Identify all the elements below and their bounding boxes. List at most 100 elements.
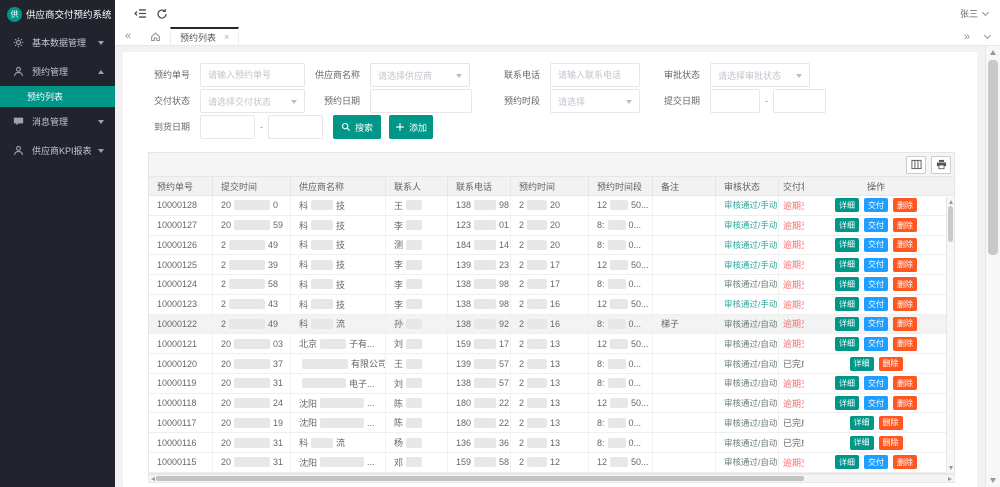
submit-date-end-input[interactable] bbox=[773, 89, 826, 113]
page-scroll-down-icon[interactable] bbox=[990, 478, 996, 483]
vertical-scroll-thumb[interactable] bbox=[948, 206, 953, 242]
sidebar-item-3[interactable]: 供应商KPI报表 bbox=[0, 136, 115, 165]
cell-supplier-name: 科技 bbox=[291, 236, 386, 255]
redacted-text bbox=[527, 240, 547, 250]
sidebar-item-0[interactable]: 基本数据管理 bbox=[0, 28, 115, 57]
text-fragment: 20 bbox=[550, 240, 560, 250]
user-menu[interactable]: 张三 bbox=[960, 0, 988, 27]
print-button[interactable] bbox=[931, 156, 951, 174]
sidebar-subitem[interactable]: 预约列表 bbox=[0, 86, 115, 107]
redacted-text bbox=[229, 240, 265, 250]
deliver-button[interactable]: 交付 bbox=[864, 198, 888, 212]
add-button[interactable]: 添加 bbox=[389, 115, 433, 139]
sidebar-item-label: 基本数据管理 bbox=[32, 36, 98, 49]
table-vertical-scrollbar[interactable] bbox=[946, 197, 954, 473]
deliver-button[interactable]: 交付 bbox=[864, 258, 888, 272]
detail-button[interactable]: 详细 bbox=[835, 198, 859, 212]
deliver-button[interactable]: 交付 bbox=[864, 277, 888, 291]
detail-button[interactable]: 详细 bbox=[835, 297, 859, 311]
delete-button[interactable]: 删除 bbox=[893, 277, 917, 291]
contact-phone-input[interactable] bbox=[550, 63, 640, 87]
delete-button[interactable]: 删除 bbox=[893, 396, 917, 410]
text-fragment: 孙 bbox=[394, 317, 403, 330]
horizontal-scroll-thumb[interactable] bbox=[156, 476, 804, 481]
delete-button[interactable]: 删除 bbox=[893, 376, 917, 390]
scroll-right-icon[interactable] bbox=[948, 477, 952, 481]
redacted-text bbox=[229, 319, 265, 329]
page-scroll-thumb[interactable] bbox=[988, 60, 998, 255]
home-icon[interactable] bbox=[150, 27, 161, 45]
deliver-button[interactable]: 交付 bbox=[864, 455, 888, 469]
cell-time-slot: 1250... bbox=[589, 196, 653, 215]
detail-button[interactable]: 详细 bbox=[835, 396, 859, 410]
appointment-no-input[interactable] bbox=[200, 63, 305, 87]
user-icon bbox=[13, 66, 26, 77]
text-fragment: 159 bbox=[456, 457, 471, 467]
detail-button[interactable]: 详细 bbox=[835, 317, 859, 331]
sidebar-item-2[interactable]: 消息管理 bbox=[0, 107, 115, 136]
submit-date-start-input[interactable] bbox=[710, 89, 760, 113]
cell-contact-phone: 13892 bbox=[448, 315, 511, 334]
filter-columns-button[interactable] bbox=[906, 156, 926, 174]
tab-menu-chevron-icon[interactable] bbox=[984, 31, 991, 38]
search-button[interactable]: 搜索 bbox=[333, 115, 381, 139]
tabs-scroll-right-icon[interactable]: » bbox=[964, 31, 970, 43]
collapse-sidebar-icon[interactable] bbox=[134, 7, 147, 20]
detail-button[interactable]: 详细 bbox=[835, 277, 859, 291]
cell-time-slot: 8:0... bbox=[589, 275, 653, 294]
detail-button[interactable]: 详细 bbox=[850, 436, 874, 450]
appointment-date-input[interactable] bbox=[370, 89, 472, 113]
tab-close-icon[interactable]: × bbox=[224, 32, 229, 42]
delete-button[interactable]: 删除 bbox=[893, 258, 917, 272]
detail-button[interactable]: 详细 bbox=[835, 218, 859, 232]
deliver-button[interactable]: 交付 bbox=[864, 238, 888, 252]
page-scrollbar[interactable] bbox=[985, 46, 1000, 487]
scroll-down-icon[interactable] bbox=[949, 466, 953, 470]
tabs-scroll-left-icon[interactable]: « bbox=[115, 27, 141, 45]
delete-button[interactable]: 删除 bbox=[893, 337, 917, 351]
sidebar-item-1[interactable]: 预约管理 bbox=[0, 57, 115, 86]
detail-button[interactable]: 详细 bbox=[850, 416, 874, 430]
approval-status-select[interactable]: 请选择审批状态 bbox=[710, 63, 810, 87]
delete-button[interactable]: 删除 bbox=[879, 357, 903, 371]
scroll-up-icon[interactable] bbox=[949, 200, 953, 204]
delete-button[interactable]: 删除 bbox=[879, 436, 903, 450]
redacted-text bbox=[302, 359, 348, 369]
table-horizontal-scrollbar[interactable] bbox=[148, 474, 955, 483]
scroll-left-icon[interactable] bbox=[151, 477, 155, 481]
refresh-icon[interactable] bbox=[156, 8, 168, 20]
cell-contact-phone: 15917 bbox=[448, 334, 511, 353]
delete-button[interactable]: 删除 bbox=[879, 416, 903, 430]
text-fragment: 20 bbox=[550, 200, 560, 210]
tab-appointment-list[interactable]: 预约列表 × bbox=[170, 27, 239, 45]
delete-button[interactable]: 删除 bbox=[893, 455, 917, 469]
deliver-button[interactable]: 交付 bbox=[864, 337, 888, 351]
detail-button[interactable]: 详细 bbox=[835, 258, 859, 272]
delete-button[interactable]: 删除 bbox=[893, 238, 917, 252]
delivery-status-select[interactable]: 请选择交付状态 bbox=[200, 89, 305, 113]
delete-button[interactable]: 删除 bbox=[893, 317, 917, 331]
table-row: 100001152031沈阳...邓159582121250...审核通过/自动… bbox=[149, 453, 954, 473]
delete-button[interactable]: 删除 bbox=[893, 198, 917, 212]
deliver-button[interactable]: 交付 bbox=[864, 317, 888, 331]
cell-time-slot: 8:0... bbox=[589, 315, 653, 334]
detail-button[interactable]: 详细 bbox=[835, 376, 859, 390]
arrival-date-end-input[interactable] bbox=[268, 115, 323, 139]
detail-button[interactable]: 详细 bbox=[835, 337, 859, 351]
detail-button[interactable]: 详细 bbox=[835, 455, 859, 469]
text-fragment: 43 bbox=[268, 299, 278, 309]
deliver-button[interactable]: 交付 bbox=[864, 297, 888, 311]
supplier-select[interactable]: 请选择供应商 bbox=[370, 63, 470, 87]
arrival-date-start-input[interactable] bbox=[200, 115, 255, 139]
redacted-text bbox=[406, 260, 422, 270]
text-fragment: 49 bbox=[268, 240, 278, 250]
time-slot-select[interactable]: 请选择 bbox=[550, 89, 640, 113]
detail-button[interactable]: 详细 bbox=[835, 238, 859, 252]
deliver-button[interactable]: 交付 bbox=[864, 218, 888, 232]
deliver-button[interactable]: 交付 bbox=[864, 396, 888, 410]
deliver-button[interactable]: 交付 bbox=[864, 376, 888, 390]
page-scroll-up-icon[interactable] bbox=[990, 50, 996, 55]
delete-button[interactable]: 删除 bbox=[893, 297, 917, 311]
detail-button[interactable]: 详细 bbox=[850, 357, 874, 371]
delete-button[interactable]: 删除 bbox=[893, 218, 917, 232]
